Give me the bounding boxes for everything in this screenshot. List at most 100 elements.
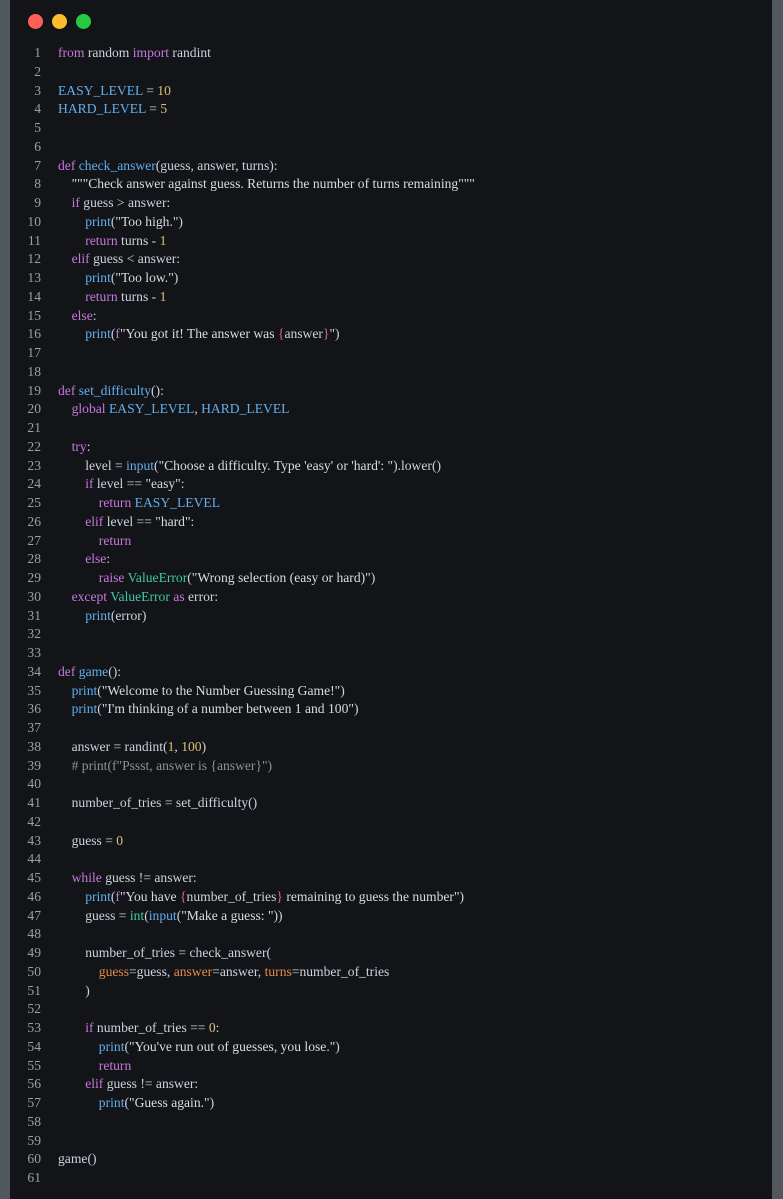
code-text: print(error) <box>85 607 146 626</box>
code-token: from <box>58 45 85 60</box>
code-token: if <box>85 1020 94 1035</box>
code-line: 36 print("I'm thinking of a number betwee… <box>10 700 772 719</box>
code-token: elif <box>85 513 104 529</box>
code-text: raise ValueError("Wrong selection (easy … <box>99 569 375 588</box>
line-number: 29 <box>27 570 41 585</box>
code-token: ) <box>178 213 183 229</box>
line-number: 27 <box>27 532 41 548</box>
code-line: 29 raise ValueError("Wrong selection (eas… <box>10 569 772 588</box>
code-token: )) <box>273 907 283 923</box>
code-token: EASY_LEVEL <box>134 495 220 510</box>
code-text: return turns - 1 <box>85 232 166 251</box>
code-token: else <box>85 551 107 567</box>
line-number: 30 <box>27 588 41 604</box>
code-editor[interactable]: 1 from random import randint 2 3 EASY_LEVEL … <box>10 44 772 1188</box>
code-token: return <box>98 1057 132 1073</box>
code-token: return <box>98 495 132 510</box>
line-number: 46 <box>27 888 41 904</box>
line-number: 2 <box>34 63 41 79</box>
code-token: "Wrong selection (easy or hard)" <box>191 570 371 585</box>
code-line: 13 print("Too low.") <box>10 269 772 288</box>
code-token: answer <box>173 963 213 979</box>
code-token: =answer, <box>212 963 265 979</box>
code-token: print <box>85 270 111 285</box>
code-token: print <box>85 326 111 342</box>
code-text: def set_difficulty(): <box>58 382 164 401</box>
code-token: print <box>85 607 111 623</box>
code-token: number_of_tries == <box>93 1020 209 1035</box>
code-line: 2 <box>10 63 772 82</box>
code-token: EASY_LEVEL <box>108 401 195 417</box>
code-text: if level == "easy": <box>85 475 184 494</box>
code-line: 37 <box>10 719 772 738</box>
code-token: remaining to guess the number" <box>282 888 460 904</box>
code-token: "Too high." <box>115 213 179 229</box>
code-line: 59 <box>10 1132 772 1151</box>
code-token: ) <box>173 270 179 285</box>
code-text: return <box>99 532 131 551</box>
code-line: 24 if level == "easy": <box>10 475 772 494</box>
line-number: 13 <box>27 270 41 285</box>
code-token: ValueError <box>127 570 188 585</box>
code-line: 57 print("Guess again.") <box>10 1094 772 1113</box>
code-token: print <box>71 682 98 698</box>
code-text: if guess > answer: <box>72 194 171 213</box>
code-text: print(f"You have {number_of_tries} remai… <box>85 888 464 907</box>
code-text: print("Guess again.") <box>99 1094 214 1113</box>
code-line: 26 elif level == "hard": <box>10 513 772 532</box>
code-line: 8 """Check answer against guess. Returns … <box>10 175 772 194</box>
code-line: 39 # print(f"Pssst, answer is {answer}") <box>10 757 772 776</box>
line-number: 4 <box>34 101 41 117</box>
code-text: return <box>99 1057 131 1076</box>
line-number: 34 <box>27 663 41 679</box>
code-line: 38 answer = randint(1, 100) <box>10 738 772 757</box>
line-number: 6 <box>34 138 41 154</box>
code-token: """Check answer against guess. Returns t… <box>71 176 475 192</box>
code-token: number_of_tries <box>186 888 277 904</box>
code-line: 46 print(f"You have {number_of_tries} rem… <box>10 888 772 907</box>
code-token: EASY_LEVEL <box>58 82 143 98</box>
line-number: 18 <box>27 363 41 379</box>
code-text: print("You've run out of guesses, you lo… <box>99 1038 340 1057</box>
line-number: 10 <box>27 213 41 229</box>
code-token: : <box>86 438 91 454</box>
code-token: elif <box>71 251 90 267</box>
code-token: "You have <box>119 888 180 904</box>
line-number: 41 <box>27 795 41 810</box>
code-token: level == <box>93 476 146 492</box>
code-line: 20 global EASY_LEVEL, HARD_LEVEL <box>10 400 772 419</box>
code-text: try: <box>72 438 91 457</box>
code-text: elif level == "hard": <box>85 513 194 532</box>
line-number: 40 <box>27 776 41 792</box>
minimize-button[interactable] <box>52 14 67 29</box>
line-number: 55 <box>27 1057 41 1073</box>
code-text: number_of_tries = check_answer( <box>85 944 271 963</box>
code-token: (): <box>151 382 164 398</box>
line-number: 57 <box>27 1095 41 1110</box>
code-token: print <box>71 701 98 717</box>
code-text: print("Too low.") <box>85 269 178 288</box>
code-text: def game(): <box>58 663 121 682</box>
code-token: elif <box>85 1076 104 1092</box>
line-number: 47 <box>27 907 41 923</box>
code-line: 7 def check_answer(guess, answer, turns): <box>10 157 772 176</box>
code-token: : <box>92 307 97 323</box>
code-token: =guess, <box>129 963 174 979</box>
code-token: : <box>190 513 195 529</box>
code-token: def <box>58 663 76 679</box>
maximize-button[interactable] <box>76 14 91 29</box>
code-line: 45 while guess != answer: <box>10 869 772 888</box>
code-line: 30 except ValueError as error: <box>10 588 772 607</box>
line-number: 11 <box>27 232 41 248</box>
code-token: guess != answer: <box>103 1076 199 1092</box>
code-token: ) <box>353 701 359 717</box>
code-line: 4 HARD_LEVEL = 5 <box>10 100 772 119</box>
close-button[interactable] <box>28 14 43 29</box>
code-text: # print(f"Pssst, answer is {answer}") <box>72 757 272 776</box>
code-line: 17 <box>10 344 772 363</box>
code-token: ) <box>335 1038 340 1054</box>
code-text: def check_answer(guess, answer, turns): <box>58 157 278 176</box>
code-token: "Make a guess: " <box>181 907 274 923</box>
code-line: 42 <box>10 813 772 832</box>
code-token: level = <box>85 457 127 473</box>
